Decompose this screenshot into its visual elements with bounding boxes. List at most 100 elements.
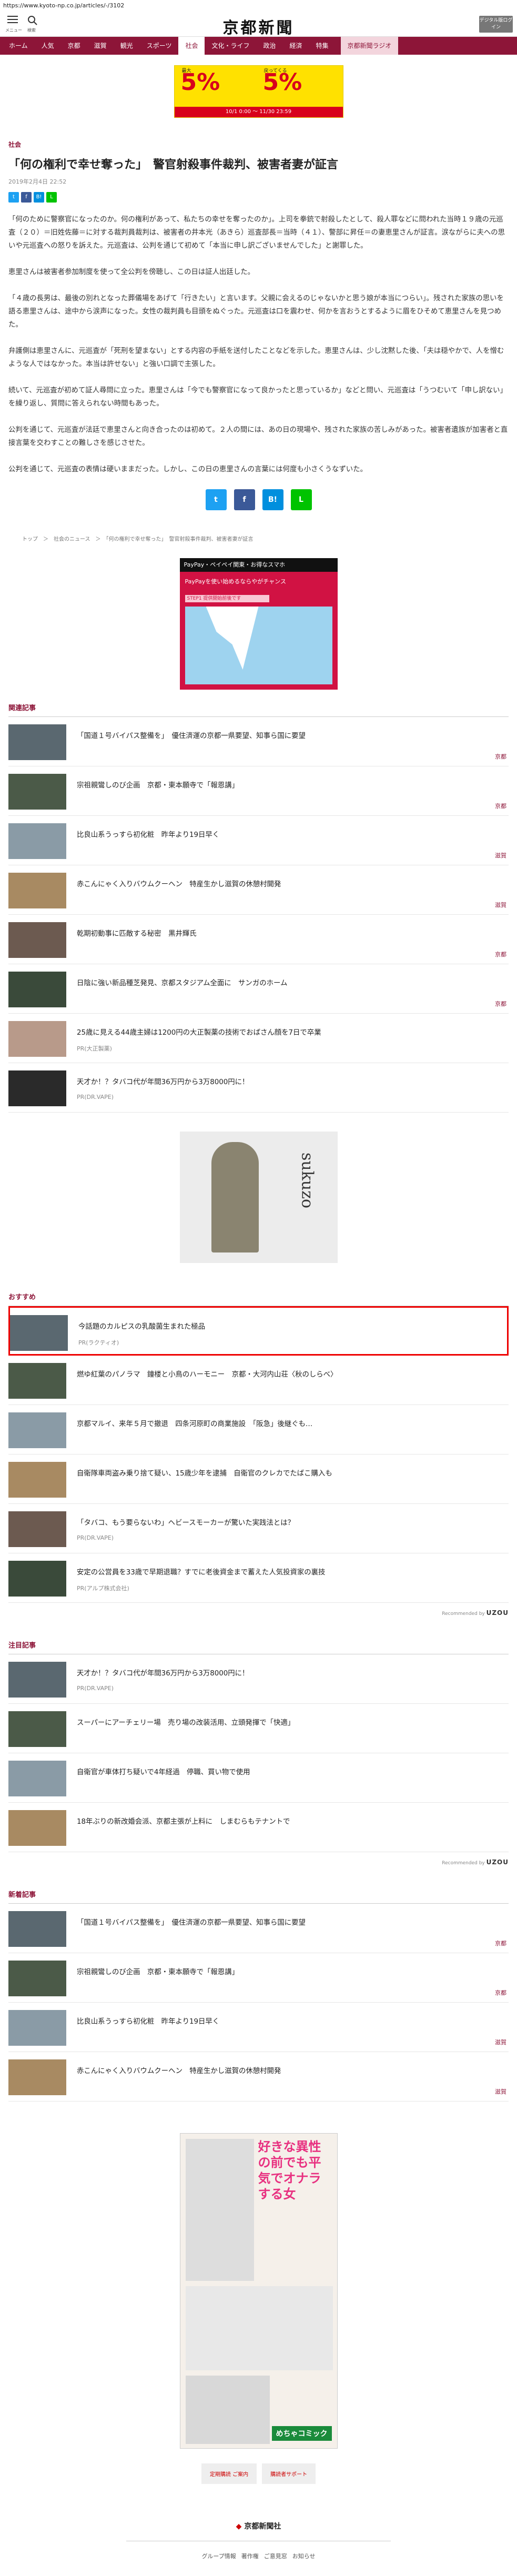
list-item[interactable]: 赤こんにゃく入りバウムクーヘン 特産生かし滋賀の休憩村開発 滋賀	[8, 865, 509, 915]
thumbnail-image	[8, 1070, 66, 1106]
manga-title: 好きな異性の前でも平気でオナラする女	[258, 2139, 321, 2201]
list-item[interactable]: 自衛隊車両盗み乗り捨て疑い、15歳少年を逮捕 自衛官のクレカでたばこ購入も	[8, 1454, 509, 1504]
article-title: 「何の権利で幸せ奪った」 警官射殺事件裁判、被害者妻が証言	[8, 158, 339, 171]
article-body: 「何のために警察官になったのか。何の権利があって、私たちの幸せを奪ったのか」。上…	[8, 213, 509, 476]
nav-item[interactable]: 政治	[257, 37, 283, 55]
item-title: 日陰に強い新品種芝発見、京都スタジアム全面に サンガのホーム	[77, 979, 288, 987]
footer-nav: グループ情報 著作権 ご意見窓 お知らせ	[0, 2552, 517, 2576]
reader-support-link[interactable]: 購読者サポート	[262, 2463, 316, 2484]
item-category[interactable]: 京都	[495, 999, 506, 1008]
footer-nav-feedback[interactable]: ご意見窓	[264, 2552, 287, 2560]
ad-paypay-step: STEP1 提供開始前後です	[185, 595, 269, 602]
ad-banner-top[interactable]: 最大 5% 戻ってくる 5% 10/1 0:00 〜 11/30 23:59	[174, 65, 343, 118]
facebook-share-icon[interactable]: f	[234, 489, 255, 510]
list-item[interactable]: 京都マルイ、来年５月で撤退 四条河原町の商業施設 「阪急」後継ぐも…	[8, 1405, 509, 1454]
list-item[interactable]: 「国道１号バイパス整備を」 優住済運の京都一県要望、知事ら国に要望 京都	[8, 717, 509, 766]
item-title: 比良山系うっすら初化粧 昨年より19日早く	[77, 2018, 220, 2026]
site-logo[interactable]: 京都新聞	[0, 15, 517, 38]
list-item[interactable]: 宗祖親鸞しのび企画 京都・東本願寺で「報恩講」京都	[8, 766, 509, 816]
nav-item[interactable]: 京都新聞ラジオ	[340, 37, 399, 55]
nav-item[interactable]: 滋賀	[87, 37, 114, 55]
chumoku-heading: 注目記事	[8, 1627, 509, 1654]
list-item[interactable]: 赤こんにゃく入りバウムクーヘン 特産生かし滋賀の休憩村開発 滋賀	[8, 2052, 509, 2102]
item-title: 自衛官が車体打ち疑いで4年経過 停職、買い物で使用	[77, 1769, 250, 1776]
hatena-share-icon[interactable]: B!	[262, 489, 283, 510]
item-title: スーパーにアーチェリー場 売り場の改装活用、立頭発揮で「快適」	[77, 1719, 295, 1727]
footer-logo[interactable]: ◆ 京都新聞社	[0, 2521, 517, 2531]
item-category[interactable]: 京都	[495, 950, 506, 958]
article-paragraph: 弁護側は恵里さんに、元巡査が「死刑を望まない」とする内容の手紙を送付したことなど…	[8, 347, 504, 368]
ad-sukuzo[interactable]: sukuzo	[179, 1132, 338, 1263]
list-item[interactable]: 宗祖親鸞しのび企画 京都・東本願寺で「報恩講」京都	[8, 1953, 509, 2003]
hatena-share-icon[interactable]: B!	[34, 192, 44, 203]
nav-item[interactable]: 特集	[309, 37, 336, 55]
twitter-share-icon[interactable]: t	[8, 192, 19, 203]
article-paragraph: 「４歳の長男は、最後の別れとなった葬儀場をあげて「行きたい」と言います。父親に会…	[8, 295, 504, 329]
list-item[interactable]: スーパーにアーチェリー場 売り場の改装活用、立頭発揮で「快適」	[8, 1704, 509, 1753]
nav-item[interactable]: 観光	[114, 37, 140, 55]
ad-percent-left: 5%	[180, 69, 220, 96]
item-category[interactable]: 京都	[495, 1939, 506, 1947]
thumbnail-image	[8, 1561, 66, 1597]
list-item[interactable]: 25歳に見える44歳主婦は1200円の大正製薬の技術でおばさん顔を7日で卒業 PR…	[8, 1014, 509, 1063]
list-item[interactable]: 18年ぶりの新改婚会派、京都主張が上料に しまむらもテナントで	[8, 1803, 509, 1852]
list-item[interactable]: 乾期初動事に匹敵する秘密 黒井輝氏 京都	[8, 915, 509, 964]
facebook-share-icon[interactable]: f	[21, 192, 32, 203]
thumbnail-image	[8, 922, 66, 958]
line-share-icon[interactable]: L	[46, 192, 57, 203]
digital-login-button[interactable]: デジタル版ログイン	[479, 16, 513, 33]
nav-item[interactable]: ホーム	[2, 37, 35, 55]
article-paragraph: 続いて、元巡査が初めて証人尋問に立った。恵里さんは「今でも警察官になって良かった…	[8, 387, 507, 408]
breadcrumb[interactable]: トップ ＞ 社会のニュース ＞ 「何の権利で幸せ奪った」 警官射殺事件裁判、被害…	[22, 534, 495, 542]
twitter-share-icon[interactable]: t	[205, 489, 227, 510]
item-category[interactable]: 滋賀	[495, 2038, 506, 2046]
footer-nav-news[interactable]: お知らせ	[292, 2552, 316, 2560]
thumbnail-image	[8, 1711, 66, 1747]
list-item[interactable]: 天才か！？タバコ代が年間36万円から3万8000円に！ PR(DR.VAPE)	[8, 1654, 509, 1704]
item-title: 安定の公営員を33歳で早期退職？すでに老後資金まで蓄えた人気投資家の裏技	[77, 1569, 326, 1577]
footer-nav-group[interactable]: グループ情報	[201, 2552, 236, 2560]
item-category[interactable]: 京都	[495, 1988, 506, 1997]
manga-panel	[185, 2139, 254, 2281]
list-item[interactable]: 天才か！？タバコ代が年間36万円から3万8000円に！ PR(DR.VAPE)	[8, 1063, 509, 1113]
item-category[interactable]: 京都	[495, 802, 506, 810]
manga-panel	[185, 2376, 270, 2444]
item-category[interactable]: 滋賀	[495, 901, 506, 909]
list-item[interactable]: 比良山系うっすら初化粧 昨年より19日早く滋賀	[8, 2003, 509, 2052]
manga-brand: めちゃコミック	[271, 2426, 332, 2441]
list-item[interactable]: 日陰に強い新品種芝発見、京都スタジアム全面に サンガのホーム京都	[8, 964, 509, 1014]
nav-item[interactable]: 社会	[178, 37, 205, 55]
nav-item[interactable]: 文化・ライフ	[205, 37, 256, 55]
item-title: 宗祖親鸞しのび企画 京都・東本願寺で「報恩講」	[77, 782, 239, 790]
ad-manga[interactable]: 好きな異性の前でも平気でオナラする女 めちゃコミック	[179, 2133, 338, 2449]
item-pr-label: PR(DR.VAPE)	[77, 1685, 114, 1692]
article-date: 2019年2月4日 22:52	[8, 178, 67, 185]
nav-item[interactable]: 経済	[283, 37, 309, 55]
item-title: 京都マルイ、来年５月で撤退 四条河原町の商業施設 「阪急」後継ぐも…	[77, 1420, 313, 1428]
ad-paypay-header: PayPay・ペイペイ関東・お得なスマホ	[179, 558, 338, 572]
list-item[interactable]: 燃ゆ紅葉のパノラマ 鐘楼と小鳥のハーモニー 京都・大河内山荘〈秋のしらべ〉	[8, 1356, 509, 1405]
nav-item[interactable]: スポーツ	[140, 37, 179, 55]
thumbnail-image	[8, 1511, 66, 1547]
list-item[interactable]: 比良山系うっすら初化粧 昨年より19日早く 滋賀	[8, 816, 509, 865]
list-item[interactable]: 安定の公営員を33歳で早期退職？すでに老後資金まで蓄えた人気投資家の裏技 PR(ア…	[8, 1553, 509, 1603]
list-item[interactable]: 「タバコ、もう要らないわ」ヘビースモーカーが驚いた実践法とは？ PR(DR.VAP…	[8, 1504, 509, 1553]
footer-nav-copyright[interactable]: 著作権	[241, 2552, 259, 2560]
nav-item[interactable]: 京都	[61, 37, 87, 55]
thumbnail-image	[8, 1412, 66, 1448]
article-section[interactable]: 社会	[8, 140, 517, 149]
list-item[interactable]: 今話題のカルピスの乳酸菌生まれた極品 PR(ラクティオ)	[8, 1306, 509, 1356]
line-share-icon[interactable]: L	[290, 489, 312, 510]
list-item[interactable]: 自衛官が車体打ち疑いで4年経過 停職、買い物で使用	[8, 1753, 509, 1803]
nav-item[interactable]: 人気	[35, 37, 61, 55]
list-item[interactable]: 「国道１号バイパス整備を」 優住済運の京都一県要望、知事ら国に要望 京都	[8, 1904, 509, 1953]
url-bar[interactable]: https://www.kyoto-np.co.jp/articles/-/31…	[0, 0, 517, 12]
item-category[interactable]: 京都	[495, 752, 506, 761]
item-title: 宗祖親鸞しのび企画 京都・東本願寺で「報恩講」	[77, 1968, 239, 1976]
item-category[interactable]: 滋賀	[495, 851, 506, 860]
subscription-link[interactable]: 定期購読 ご案内	[201, 2463, 257, 2484]
thumbnail-image	[8, 1363, 66, 1399]
article-paragraph: 公判を通じて、元巡査の表情は硬いままだった。しかし、この日の恵里さんの言葉には何…	[8, 466, 367, 473]
item-category[interactable]: 滋賀	[495, 2087, 506, 2096]
ad-paypay[interactable]: PayPay・ペイペイ関東・お得なスマホ PayPayを使い始めるならやがチャン…	[179, 558, 338, 690]
